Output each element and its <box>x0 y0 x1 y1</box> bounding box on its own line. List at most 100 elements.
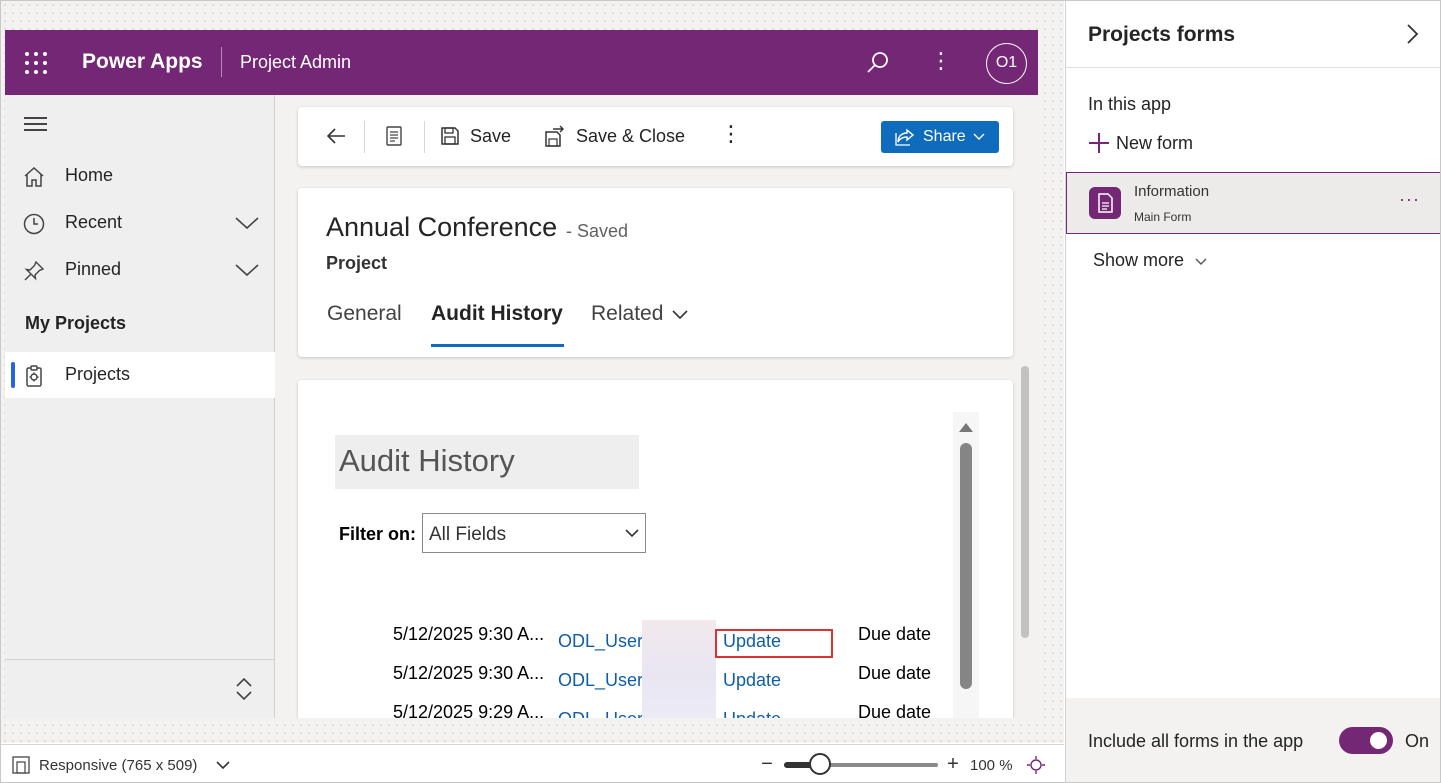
form-type: Main Form <box>1134 210 1192 224</box>
command-separator <box>364 121 365 153</box>
selected-indicator <box>11 362 15 388</box>
scroll-up-arrow-icon[interactable] <box>959 422 973 432</box>
avatar[interactable]: O1 <box>986 43 1027 84</box>
save-label: Save <box>470 125 512 146</box>
sidebar-item-home[interactable]: Home <box>5 153 275 199</box>
chevron-down-icon[interactable] <box>215 758 231 772</box>
zoom-in-button[interactable]: + <box>945 753 961 776</box>
save-button[interactable]: Save <box>440 123 511 149</box>
table-row: 5/12/2025 9:30 A... ODL_User Update Due … <box>298 624 958 658</box>
show-more-button[interactable]: Show more <box>1093 250 1208 271</box>
chevron-down-icon <box>625 529 639 538</box>
active-tab-indicator <box>431 344 564 347</box>
app-header: Power Apps Project Admin ⋮ O1 <box>5 30 1038 95</box>
zoom-out-button[interactable]: − <box>759 753 775 776</box>
filter-select[interactable]: All Fields <box>422 513 646 553</box>
layout-label[interactable]: Responsive (765 x 509) <box>39 757 197 774</box>
toggle-knob <box>1370 732 1387 749</box>
record-entity: Project <box>326 253 388 273</box>
app-launcher-icon[interactable] <box>25 52 47 74</box>
search-icon[interactable] <box>862 48 892 78</box>
audit-scrollbar-thumb[interactable] <box>960 443 972 689</box>
home-icon <box>24 166 44 187</box>
chevron-down-icon <box>973 133 985 140</box>
sidebar-item-pinned[interactable]: Pinned <box>5 247 275 293</box>
audit-history-section: Audit History Filter on: All Fields 5/12… <box>298 380 1013 718</box>
panel-footer: Include all forms in the app On <box>1066 698 1441 782</box>
form-document-icon <box>1089 187 1121 219</box>
more-options-icon[interactable]: ⋮ <box>930 50 952 76</box>
app-name: Project Admin <box>240 52 352 72</box>
plus-icon <box>1089 133 1109 153</box>
audit-event-link[interactable]: Update <box>723 670 781 691</box>
area-switcher-icon[interactable] <box>234 675 254 703</box>
save-close-icon <box>545 125 564 147</box>
audit-date: 5/12/2025 9:29 A... <box>393 702 545 718</box>
fit-to-screen-icon[interactable] <box>1026 755 1046 775</box>
form-name: Information <box>1134 183 1210 200</box>
audit-user-link[interactable]: ODL_User <box>558 670 643 691</box>
filter-value: All Fields <box>429 524 507 545</box>
form-header: Annual Conference - Saved Project Genera… <box>298 188 1013 357</box>
table-row: 5/12/2025 9:29 A... ODL_User 1712801 Upd… <box>298 702 958 718</box>
audit-field: Due date <box>858 624 932 644</box>
sidebar-item-label: Home <box>65 165 114 185</box>
more-commands-icon[interactable]: ⋮ <box>720 121 742 151</box>
zoom-value: 100 % <box>970 757 1013 774</box>
command-separator <box>424 121 425 153</box>
chevron-down-icon <box>1195 258 1207 265</box>
audit-date: 5/12/2025 9:30 A... <box>393 624 545 644</box>
sidebar-divider <box>5 659 275 660</box>
chevron-down-icon[interactable] <box>670 306 690 324</box>
audit-field: Due date <box>858 702 932 718</box>
chevron-down-icon[interactable] <box>235 260 259 280</box>
include-all-forms-label: Include all forms in the app <box>1088 731 1304 751</box>
audit-heading: Audit History <box>339 443 515 478</box>
clock-icon <box>23 213 45 235</box>
sidebar-item-label: Recent <box>65 212 123 232</box>
redacted-area <box>642 620 716 718</box>
sidebar-item-label: Pinned <box>65 259 122 279</box>
sidebar-item-projects[interactable]: Projects <box>5 352 275 398</box>
sidebar-item-recent[interactable]: Recent <box>5 200 275 246</box>
tab-audit-history[interactable]: Audit History <box>431 302 563 326</box>
new-form-label: New form <box>1116 132 1194 153</box>
back-arrow-icon[interactable] <box>324 124 348 148</box>
status-bar: Responsive (765 x 509) − + 100 % <box>1 744 1064 782</box>
save-and-close-button[interactable]: Save & Close <box>544 123 685 149</box>
brand-title: Power Apps <box>82 50 203 73</box>
form-view-icon[interactable] <box>382 124 406 148</box>
audit-user-link[interactable]: ODL_User <box>558 631 643 652</box>
chevron-down-icon[interactable] <box>235 213 259 233</box>
tab-related[interactable]: Related <box>591 302 663 326</box>
more-options-icon[interactable]: ··· <box>1399 189 1420 210</box>
table-row: 5/12/2025 9:30 A... ODL_User Update Due … <box>298 663 958 697</box>
tab-general[interactable]: General <box>327 302 402 326</box>
record-status: - Saved <box>566 221 629 241</box>
highlight-annotation <box>715 629 833 658</box>
form-list-item[interactable]: Information Main Form ··· <box>1066 172 1441 234</box>
forms-panel: Projects forms In this app New form Info… <box>1065 1 1441 782</box>
sidebar: Home Recent Pinned My Projects Projects <box>5 95 275 718</box>
chevron-right-icon[interactable] <box>1402 23 1422 45</box>
command-bar: Save Save & Close ⋮ Share <box>298 107 1013 166</box>
panel-divider <box>1066 67 1441 68</box>
record-title: Annual Conference <box>326 212 558 242</box>
share-icon <box>895 128 915 146</box>
save-close-label: Save & Close <box>576 125 686 146</box>
share-label: Share <box>923 128 966 145</box>
header-divider <box>221 47 222 77</box>
canvas-scrollbar-thumb[interactable] <box>1021 366 1029 638</box>
share-button[interactable]: Share <box>881 121 999 153</box>
audit-date: 5/12/2025 9:30 A... <box>393 663 545 683</box>
audit-event-link[interactable]: Update <box>723 709 781 718</box>
save-icon <box>441 127 459 145</box>
hamburger-menu-icon[interactable] <box>24 117 47 133</box>
sidebar-item-label: Projects <box>65 364 131 384</box>
clipboard-icon <box>26 365 42 387</box>
panel-section-title: In this app <box>1088 94 1172 114</box>
include-all-forms-toggle[interactable] <box>1339 727 1393 754</box>
zoom-slider-thumb[interactable] <box>809 753 831 775</box>
audit-field: Due date <box>858 663 932 683</box>
new-form-button[interactable]: New form <box>1088 132 1193 154</box>
